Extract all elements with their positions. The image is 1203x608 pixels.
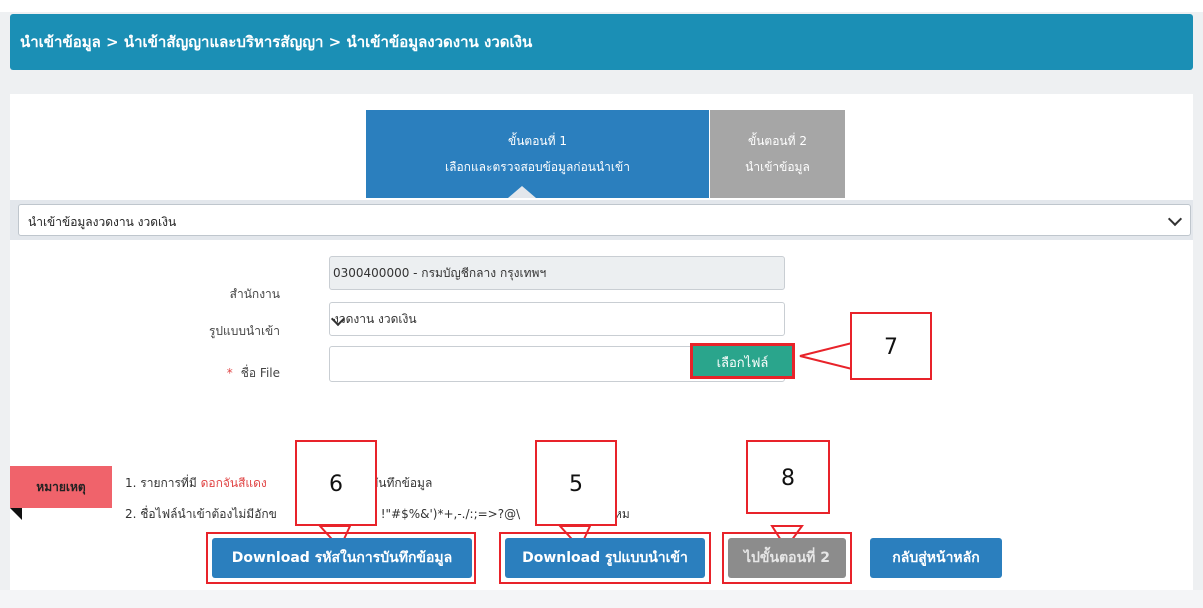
next-step-button[interactable]: ไปขั้นตอนที่ 2 [728, 538, 846, 578]
import-type-value: นำเข้าข้อมูลงวดงาน งวดเงิน [28, 215, 177, 229]
callout-6: 6 [295, 440, 377, 526]
office-field: 0300400000 - กรมบัญชีกลาง กรุงเทพฯ [329, 256, 785, 290]
callout-8: 8 [746, 440, 830, 514]
chevron-down-icon [1167, 211, 1183, 227]
step-2-tab[interactable]: ขั้นตอนที่ 2 นำเข้าข้อมูล [710, 110, 845, 198]
office-label: สำนักงาน [229, 287, 280, 301]
step-1-subtitle: เลือกและตรวจสอบข้อมูลก่อนนำเข้า [445, 160, 630, 174]
footer-strip [0, 590, 1203, 608]
back-home-button[interactable]: กลับสู่หน้าหลัก [870, 538, 1002, 578]
download-format-button[interactable]: Download รูปแบบนำเข้า [505, 538, 705, 578]
choose-file-button[interactable]: เลือกไฟล์ [690, 343, 795, 379]
breadcrumb: นำเข้าข้อมูล > นำเข้าสัญญาและบริหารสัญญา… [20, 33, 533, 51]
note-2-prefix: 2. ชื่อไฟล์นำเข้าต้องไม่มีอักข [125, 507, 277, 521]
top-strip [0, 0, 1203, 12]
active-step-caret [508, 186, 536, 198]
note-tag: หมายเหตุ [10, 466, 112, 508]
import-type-bar: นำเข้าข้อมูลงวดงาน งวดเงิน [10, 200, 1193, 240]
download-codes-button[interactable]: Download รหัสในการบันทึกข้อมูล [212, 538, 472, 578]
callout-5: 5 [535, 440, 617, 526]
note-1-prefix: 1. รายการที่มี [125, 476, 197, 490]
step-2-title: ขั้นตอนที่ 2 [748, 134, 807, 148]
format-label: รูปแบบนำเข้า [208, 324, 280, 338]
format-value: งวดงาน งวดเงิน [333, 312, 417, 326]
import-type-select[interactable]: นำเข้าข้อมูลงวดงาน งวดเงิน [18, 204, 1191, 236]
file-label-wrap: * ชื่อ File [130, 364, 280, 383]
office-value: 0300400000 - กรมบัญชีกลาง กรุงเทพฯ [333, 266, 547, 280]
required-mark: * [226, 366, 233, 380]
note-tag-fold [10, 508, 22, 520]
step-2-subtitle: นำเข้าข้อมูล [745, 160, 810, 174]
note-2-chars: !"#$%&')*+,-./:;=>?@\ [380, 507, 521, 521]
note-1-red: ดอกจันสีแดง [200, 476, 267, 490]
file-label: ชื่อ File [240, 366, 280, 380]
callout-7: 7 [850, 312, 932, 380]
header-bar: นำเข้าข้อมูล > นำเข้าสัญญาและบริหารสัญญา… [10, 14, 1193, 70]
step-1-title: ขั้นตอนที่ 1 [508, 134, 567, 148]
format-select[interactable]: งวดงาน งวดเงิน [329, 302, 785, 336]
step-1-tab[interactable]: ขั้นตอนที่ 1 เลือกและตรวจสอบข้อมูลก่อนนำ… [366, 110, 709, 198]
